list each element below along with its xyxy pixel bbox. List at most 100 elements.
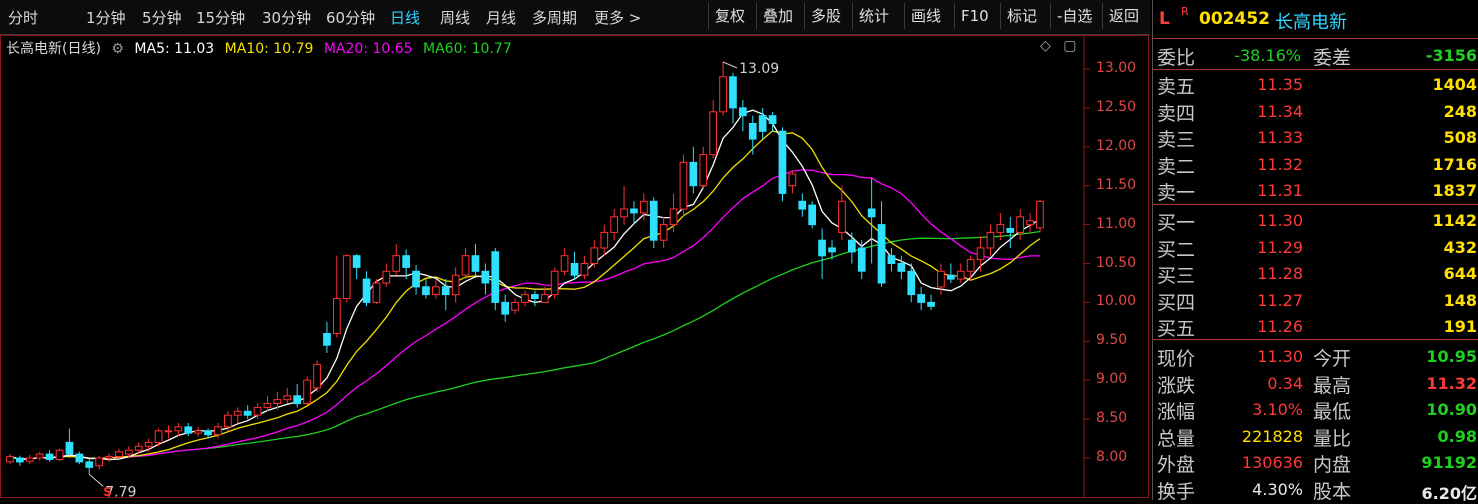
stat-row[interactable]: 换手 4.30% 股本 6.20亿 [1153, 475, 1478, 503]
sell-order-row[interactable]: 卖四 11.34 248 [1153, 97, 1478, 125]
candle-up [154, 430, 163, 443]
stat-label: 换手 [1157, 480, 1196, 503]
y-tick-label: 11.50 [1096, 176, 1137, 193]
stat-value: 0.34 [1267, 373, 1303, 393]
buy-order-row[interactable]: 买五 11.26 191 [1153, 312, 1478, 340]
candle-up [937, 270, 945, 288]
candle-up [1026, 220, 1034, 226]
stat-label: 股本 [1313, 480, 1352, 503]
candle-up [55, 449, 64, 461]
candle-down [729, 76, 737, 109]
candle-up [966, 259, 975, 272]
order-level-label: 买一 [1157, 212, 1196, 234]
order-price: 11.28 [1257, 264, 1303, 283]
candle-down [877, 224, 886, 284]
candle-up [521, 294, 529, 303]
y-tick-label: 12.50 [1096, 98, 1137, 115]
candle-up [283, 395, 292, 401]
candle-up [600, 231, 609, 249]
committee-diff-label: 委差 [1313, 47, 1352, 69]
candle-down [501, 301, 509, 315]
buy-order-row[interactable]: 买三 11.28 644 [1153, 259, 1478, 287]
candle-down [808, 204, 816, 226]
candle-down [362, 278, 371, 303]
candle-up [719, 76, 727, 113]
stat-value: 11.32 [1426, 373, 1477, 393]
candle-up [134, 445, 143, 451]
order-volume: 1837 [1432, 181, 1477, 200]
candle-down [768, 115, 777, 124]
stat-value: 4.30% [1252, 479, 1303, 499]
candle-down [917, 294, 925, 303]
y-tick-label: 13.00 [1096, 60, 1137, 76]
stat-row[interactable]: 总量 221828 量比 0.98 [1153, 422, 1478, 450]
candle-up [550, 270, 559, 296]
candle-up [382, 270, 391, 284]
candle-up [105, 455, 113, 459]
stat-label: 今开 [1313, 348, 1352, 370]
ma60-line [9, 230, 1041, 460]
buy-order-row[interactable]: 买一 11.30 1142 [1153, 206, 1478, 234]
candle-up [6, 455, 14, 463]
low-pointer [88, 473, 104, 487]
sell-order-row[interactable]: 卖一 11.31 1837 [1153, 176, 1478, 204]
candle-up [679, 161, 688, 210]
order-volume: 644 [1443, 264, 1477, 283]
candle-up [125, 449, 133, 455]
stat-label: 外盘 [1157, 454, 1196, 476]
candle-down [630, 208, 638, 214]
candle-down [471, 255, 480, 272]
buy-order-row[interactable]: 买四 11.27 148 [1153, 286, 1478, 314]
candle-up [461, 255, 470, 276]
candle-up [640, 200, 648, 214]
candle-down [422, 286, 430, 296]
candle-down [689, 161, 698, 187]
candle-down [927, 301, 935, 307]
stat-label: 量比 [1313, 427, 1352, 450]
sell-order-row[interactable]: 卖二 11.32 1716 [1153, 150, 1478, 178]
y-tick-label: 8.00 [1096, 449, 1128, 465]
y-tick-label: 11.00 [1096, 215, 1137, 232]
buy-order-row[interactable]: 买二 11.29 432 [1153, 233, 1478, 261]
order-price: 11.34 [1257, 101, 1303, 121]
candle-down [45, 453, 54, 461]
candlestick-chart[interactable]: 13.097.79S [0, 0, 1150, 500]
candle-down [887, 255, 896, 264]
order-volume: 191 [1443, 317, 1477, 336]
candle-up [164, 430, 173, 433]
candle-down [184, 426, 193, 434]
committee-diff-value: -3156 [1425, 46, 1477, 65]
candle-up [333, 298, 341, 334]
stock-name[interactable]: 长高电新 [1275, 8, 1347, 34]
stat-row[interactable]: 涨幅 3.10% 最低 10.90 [1153, 395, 1478, 423]
stat-label: 涨跌 [1157, 374, 1196, 397]
sell-order-row[interactable]: 卖五 11.35 1404 [1153, 70, 1478, 98]
ma5-line [9, 109, 1041, 461]
candle-down [323, 333, 331, 346]
candle-up [174, 426, 183, 432]
candle-down [867, 208, 876, 218]
stat-row[interactable]: 涨跌 0.34 最高 11.32 [1153, 369, 1478, 397]
sell-order-row[interactable]: 卖三 11.33 508 [1153, 123, 1478, 151]
order-level-label: 卖四 [1157, 102, 1196, 125]
stat-row[interactable]: 现价 11.30 今开 10.95 [1153, 342, 1478, 370]
y-tick-label: 12.00 [1096, 137, 1137, 154]
candle-up [214, 426, 222, 436]
candle-up [451, 274, 460, 296]
candle-up [788, 173, 797, 187]
candle-down [481, 270, 490, 284]
order-volume: 1142 [1432, 211, 1477, 230]
candle-down [570, 263, 579, 276]
ma20-line [9, 169, 1040, 460]
l-badge: L [1159, 9, 1170, 29]
stat-value: 10.95 [1426, 347, 1477, 366]
candle-down [243, 410, 252, 416]
order-volume: 148 [1443, 290, 1477, 310]
candle-up [25, 457, 34, 462]
candle-down [739, 107, 747, 117]
candle-down [857, 247, 866, 272]
candle-down [412, 270, 420, 288]
candle-up [1036, 200, 1044, 229]
candle-down [85, 461, 94, 468]
stat-row[interactable]: 外盘 130636 内盘 91192 [1153, 448, 1478, 476]
